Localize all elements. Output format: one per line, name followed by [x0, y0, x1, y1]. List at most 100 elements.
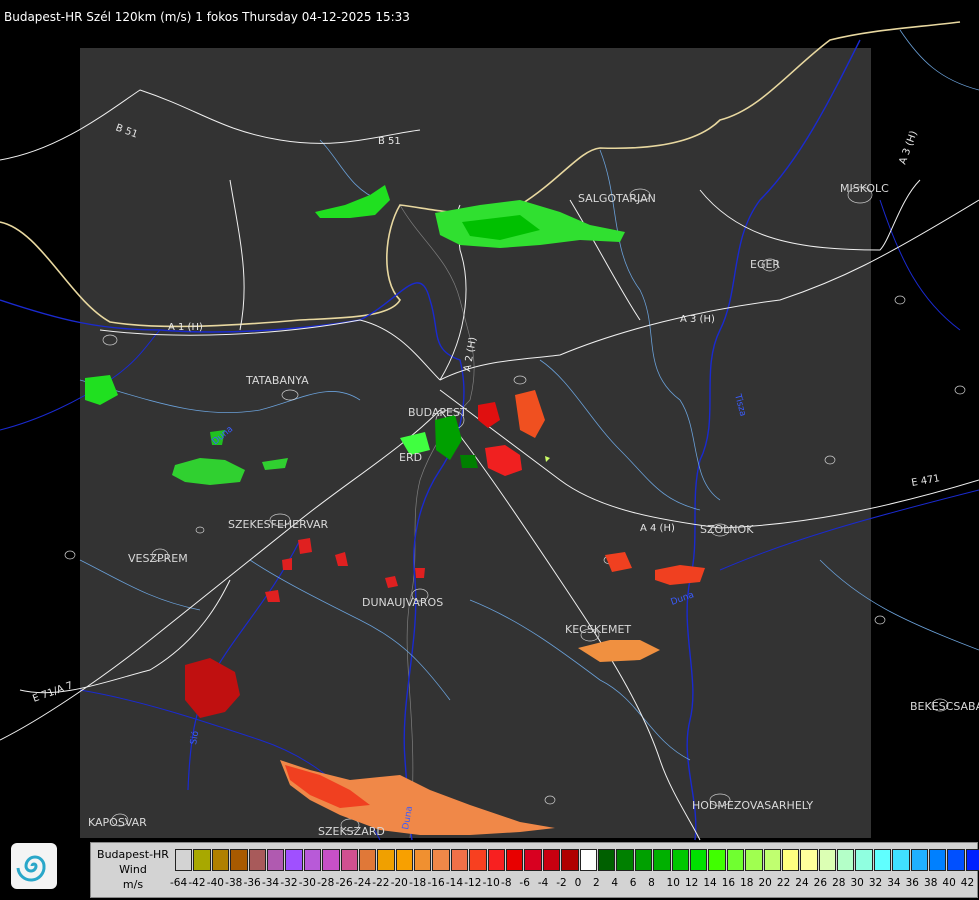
legend-swatch [947, 849, 965, 871]
city-label-erd: ERD [399, 451, 422, 464]
legend-tick: -20 [390, 877, 408, 889]
legend-swatch [542, 849, 561, 871]
legend-tick: 40 [942, 877, 956, 889]
legend-tick: 20 [758, 877, 772, 889]
legend-unit: m/s [122, 878, 144, 891]
legend-swatch [800, 849, 818, 871]
legend-quantity: Wind [119, 863, 147, 876]
road-label-e71: E 71/A 7 [31, 680, 74, 705]
road-label-a1: A 1 (H) [168, 322, 203, 333]
legend-swatch [303, 849, 322, 871]
city-label-dunaujvaros: DUNAUJVAROS [362, 596, 443, 609]
legend-title: Budapest-HR Wind m/s [93, 847, 173, 892]
legend-swatch [414, 849, 432, 871]
legend-swatch [487, 849, 506, 871]
legend-tick: -10 [482, 877, 500, 889]
color-legend: Budapest-HR Wind m/s -64 -42 -40 -38 -36 -34-… [90, 842, 979, 898]
legend-tick: -8 [501, 877, 512, 889]
legend-swatch [818, 849, 837, 871]
legend-tick: -64 [170, 877, 188, 889]
legend-swatch [230, 849, 248, 871]
legend-tick: 8 [648, 877, 655, 889]
legend-tick: -14 [445, 877, 464, 889]
legend-tick: -34 [261, 877, 280, 889]
road-label-e471: E 471 [911, 473, 941, 489]
legend-swatch [248, 849, 266, 871]
legend-swatch [211, 849, 230, 871]
legend-tick: -36 [243, 877, 261, 889]
legend-tick: 38 [924, 877, 938, 889]
legend-swatch [763, 849, 781, 871]
road-label-b51-east: B 51 [378, 136, 401, 147]
legend-tick: -4 [537, 877, 549, 889]
legend-swatch [175, 849, 193, 871]
legend-swatch [837, 849, 855, 871]
service-logo [11, 843, 57, 889]
legend-radar-name: Budapest-HR [97, 848, 169, 861]
legend-tick: -32 [280, 877, 298, 889]
city-label-eger: EGER [750, 258, 780, 271]
road-label-a3: A 3 (H) [680, 314, 715, 325]
legend-tick: 26 [813, 877, 828, 889]
legend-tick: 4 [611, 877, 619, 889]
legend-tick: -40 [206, 877, 224, 889]
legend-tick: -18 [409, 877, 427, 889]
legend-swatch [358, 849, 377, 871]
legend-swatch [597, 849, 616, 871]
legend-tick: -12 [464, 877, 482, 889]
legend-swatch [689, 849, 708, 871]
legend-swatch [708, 849, 726, 871]
city-label-budapest: BUDAPEST [408, 406, 467, 419]
legend-swatch [873, 849, 892, 871]
legend-tick: 0 [574, 877, 582, 889]
legend-swatch [965, 849, 979, 871]
radar-map: SALGOTARJAN EGER MISKOLC TATABANYA BUDAP… [0, 21, 979, 841]
legend-swatch [745, 849, 763, 871]
city-label-salgotarjan: SALGOTARJAN [578, 192, 656, 205]
city-label-hodmezovasarhely: HODMEZOVASARHELY [692, 799, 813, 812]
legend-tick: -28 [317, 877, 335, 889]
legend-swatch [322, 849, 340, 871]
legend-tick: -6 [519, 877, 530, 889]
legend-swatch [377, 849, 395, 871]
legend-swatch [616, 849, 634, 871]
legend-swatch [892, 849, 910, 871]
city-label-veszprem: VESZPREM [128, 552, 188, 565]
city-label-szekszard: SZEKSZARD [318, 825, 385, 838]
legend-swatch [450, 849, 469, 871]
legend-swatch [524, 849, 542, 871]
legend-tick: 30 [850, 877, 864, 889]
legend-tick: 10 [666, 877, 680, 889]
road-label-a4: A 4 (H) [640, 523, 675, 534]
legend-tick: -42 [188, 877, 206, 889]
legend-swatch [395, 849, 414, 871]
legend-swatches [175, 849, 979, 871]
road-label-a3-ne: A 3 (H) [897, 129, 919, 166]
legend-tick: 28 [832, 877, 846, 889]
legend-tick: -24 [353, 877, 372, 889]
legend-tick: 34 [887, 877, 901, 889]
city-label-kaposvar: KAPOSVAR [88, 816, 147, 829]
legend-swatch [266, 849, 285, 871]
city-label-szolnok: SZOLNOK [700, 523, 754, 536]
legend-tick: 16 [721, 877, 736, 889]
legend-swatch [469, 849, 487, 871]
legend-swatch [855, 849, 873, 871]
legend-swatch [653, 849, 671, 871]
legend-tick: 18 [740, 877, 754, 889]
legend-tick: 36 [905, 877, 919, 889]
legend-tick: 42 [960, 877, 975, 889]
legend-tick-labels: -64 -42 -40 -38 -36 -34 -32 -30 -28 -26 -24 -22 -20-… [170, 877, 979, 889]
city-label-szekesfehervar: SZEKESFEHERVAR [228, 518, 329, 531]
legend-swatch [634, 849, 653, 871]
city-label-miskolc: MISKOLC [840, 182, 889, 195]
legend-swatch [506, 849, 524, 871]
legend-swatch [671, 849, 689, 871]
legend-tick: 32 [868, 877, 883, 889]
legend-tick: -2 [556, 877, 567, 889]
legend-tick: 24 [795, 877, 809, 889]
city-label-tatabanya: TATABANYA [245, 374, 309, 387]
legend-swatch [929, 849, 947, 871]
river-minor-4 [879, 199, 961, 331]
legend-tick: -30 [298, 877, 316, 889]
